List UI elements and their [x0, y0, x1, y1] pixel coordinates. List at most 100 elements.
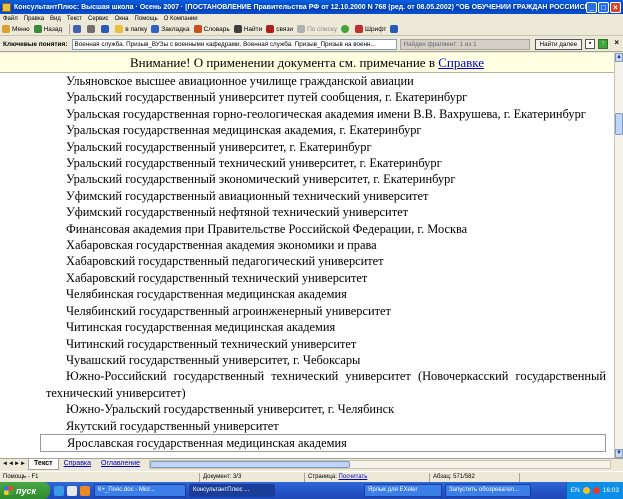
count-pages-link[interactable]: Посчитать [339, 474, 368, 480]
tab-contents[interactable]: Оглавление [96, 459, 145, 470]
word-icon [101, 25, 110, 33]
quick-launch [54, 485, 90, 496]
dictionary-button-label: Словарь [203, 25, 230, 33]
bookmark-button[interactable]: Закладка [151, 25, 190, 33]
keywords-label: Ключевые понятия: [3, 40, 68, 48]
menu-windows[interactable]: Окна [115, 16, 129, 22]
print-icon-button[interactable] [87, 25, 97, 33]
tray-icon[interactable] [592, 487, 600, 494]
status-bar: Помощь - F1 Документ: 3/3 Страница: Посч… [0, 471, 623, 482]
task-browser[interactable]: Запустить обозревател... [445, 484, 531, 497]
document-paragraph: Уральский государственный университет, г… [66, 139, 372, 154]
menu-file[interactable]: Файл [3, 16, 18, 22]
document-paragraph: Хабаровский государственный педагогическ… [66, 254, 384, 269]
menu-about[interactable]: О Компании [164, 16, 198, 22]
document-paragraph: Уральский государственный экономический … [66, 172, 456, 187]
tab-help[interactable]: Справка [59, 459, 96, 470]
ie-icon[interactable] [54, 485, 64, 496]
menu-service[interactable]: Сервис [88, 16, 109, 22]
maximize-button[interactable]: □ [598, 1, 609, 13]
green-arrow-button[interactable] [340, 25, 351, 33]
doc-nav-icon[interactable]: ▪ [585, 39, 596, 49]
font-button[interactable]: Шрифт [354, 25, 387, 33]
document-paragraph: Челябинская государственная медицинская … [66, 287, 347, 302]
close-button[interactable]: × [610, 1, 621, 13]
found-fragment-status: Найден фрагмент: 1 из 1 [399, 38, 530, 50]
bookmark-button-label: Закладка [161, 25, 190, 33]
lang-indicator[interactable]: EN [571, 487, 580, 494]
font-button-label: Шрифт [364, 25, 387, 33]
document-paragraph: Уфимский государственный нефтяной технич… [66, 205, 409, 220]
document-paragraph: Уральский государственный технический ун… [66, 156, 442, 171]
windows-logo-icon [4, 486, 13, 495]
status-document: Документ: 3/3 [200, 472, 305, 482]
window-titlebar[interactable]: КонсультантПлюс: Высшая школа · Осень 20… [0, 0, 623, 14]
tab-text[interactable]: Текст [28, 459, 59, 470]
save-icon-button[interactable] [73, 25, 83, 33]
dictionary-button[interactable]: Словарь [193, 25, 230, 33]
window-title: КонсультантПлюс: Высшая школа · Осень 20… [14, 3, 586, 11]
green-arrow-icon [340, 25, 349, 33]
print-icon [87, 25, 96, 33]
list-button[interactable]: По списку [297, 25, 337, 33]
desktop-icon[interactable] [67, 485, 77, 496]
task-consultant[interactable]: КонсультантПлюс ... [189, 484, 275, 497]
status-help: Помощь - F1 [0, 472, 200, 482]
menu-view[interactable]: Вид [50, 16, 61, 22]
menu-text[interactable]: Текст [67, 16, 82, 22]
keywords-field[interactable]: Военная служба. Призыв_ВУЗы с военными к… [71, 38, 397, 50]
scroll-up-icon[interactable]: ▲ [615, 53, 623, 62]
list-button-label: По списку [307, 25, 337, 33]
system-tray: EN 16:03 [565, 482, 623, 499]
back-button[interactable]: Назад [33, 25, 62, 33]
up-arrow-icon[interactable]: ↑ [598, 39, 609, 49]
scroll-thumb[interactable] [615, 113, 623, 135]
document-paragraph: Хабаровский государственный технический … [66, 270, 368, 285]
find-button[interactable]: Найти [233, 25, 262, 33]
bookmark-icon [151, 25, 160, 33]
notice-help-link[interactable]: Справке [438, 55, 484, 70]
close-panel-icon[interactable]: × [614, 38, 619, 47]
status-page-label: Страница: [308, 473, 337, 480]
document-text: Ульяновское высшее авиационное училище г… [0, 73, 614, 453]
document-paragraph: Читинская государственная медицинская ак… [66, 320, 336, 335]
status-page: Страница: Посчитать [305, 472, 430, 482]
scroll-down-icon[interactable]: ▼ [615, 449, 623, 458]
menu-help[interactable]: Помощь [135, 16, 158, 22]
app-icon [2, 2, 11, 12]
tab-last-icon[interactable]: ► [20, 460, 26, 468]
tabs-bar: ◄ ◄ ► ► Текст Справка Оглавление [0, 458, 623, 470]
word-export-button[interactable] [101, 25, 111, 33]
start-button[interactable]: пуск [0, 482, 50, 499]
document-paragraph: Якутский государственный университет [66, 418, 279, 433]
links-button[interactable]: связи [266, 25, 293, 33]
document-paragraph: Челябинский государственный агроинженерн… [66, 303, 391, 318]
document-paragraph: Читинский государственный технический ун… [66, 336, 357, 351]
vertical-scrollbar[interactable]: ▲ ▼ [614, 53, 623, 458]
media-icon[interactable] [80, 485, 90, 496]
document-paragraph: Ульяновское высшее авиационное училище г… [66, 74, 414, 88]
menu-button[interactable]: Меню [2, 25, 30, 33]
menu-edit[interactable]: Правка [24, 16, 44, 22]
help-icon [390, 25, 399, 33]
document-view[interactable]: Внимание! О применении документа см. при… [0, 53, 614, 458]
main-toolbar: Меню Назад в папку Закладка Словарь Найт… [0, 23, 623, 36]
list-icon [297, 25, 306, 33]
binoculars-icon [233, 25, 242, 33]
notice-text: Внимание! О применении документа см. при… [129, 55, 435, 70]
toolbar-separator [69, 24, 71, 34]
minimize-button[interactable]: _ [586, 1, 597, 13]
tab-nav: ◄ ◄ ► ► [2, 460, 26, 468]
clock: 16:03 [602, 487, 619, 494]
horizontal-scroll-thumb[interactable] [150, 461, 351, 468]
task-exeler[interactable]: Ярлык для EXeler [364, 484, 442, 497]
tray-icon[interactable] [582, 487, 590, 494]
find-next-button[interactable]: Найти далее [534, 38, 583, 50]
help-button[interactable] [390, 25, 400, 33]
document-paragraph: Чувашский государственный университет, г… [66, 352, 361, 367]
document-paragraph: Уральский государственный университет пу… [66, 90, 468, 105]
folder-button[interactable]: в папку [115, 25, 147, 33]
task-word[interactable]: К+_Пояс.doc - Micr... [94, 484, 186, 497]
horizontal-scrollbar[interactable] [149, 460, 611, 469]
document-paragraph: Южно-Российский государственный техничес… [46, 369, 606, 400]
